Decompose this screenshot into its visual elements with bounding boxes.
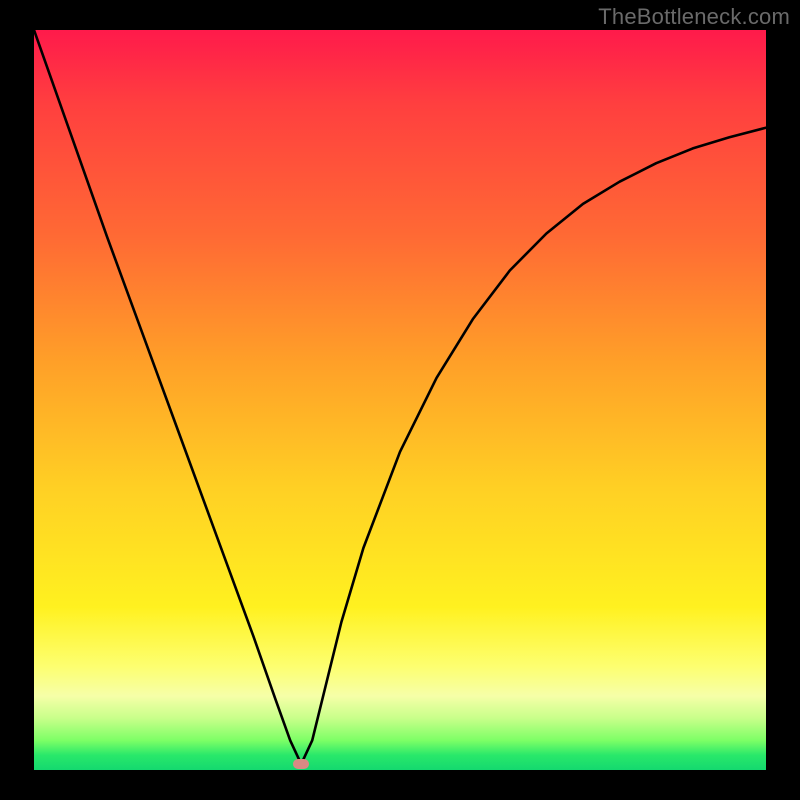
bottleneck-curve	[34, 30, 766, 770]
minimum-marker	[293, 759, 309, 769]
chart-frame: TheBottleneck.com	[0, 0, 800, 800]
watermark-text: TheBottleneck.com	[598, 4, 790, 30]
plot-area	[34, 30, 766, 770]
